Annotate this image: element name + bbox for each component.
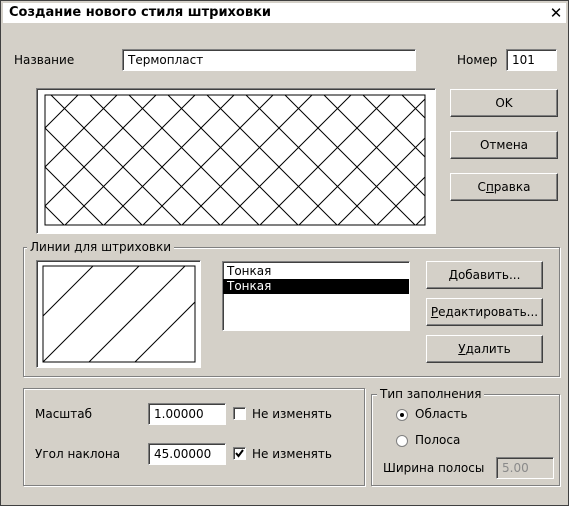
delete-button-label: далить: [465, 342, 511, 356]
delete-button[interactable]: Удалить: [426, 335, 543, 363]
diagonal-lines-pattern: [42, 265, 196, 363]
check-icon: [235, 449, 244, 458]
help-button-label-start: С: [477, 180, 486, 194]
name-input[interactable]: Термопласт: [122, 49, 416, 71]
angle-label: Угол наклона: [35, 447, 121, 461]
dialog-title: Создание нового стиля штриховки: [9, 5, 272, 20]
strip-width-input[interactable]: 5.00: [496, 457, 554, 479]
add-button-label: обавить...: [457, 268, 521, 282]
radio-strip[interactable]: [396, 435, 408, 447]
radio-area-label: Область: [415, 407, 468, 421]
radio-icon: [400, 413, 404, 417]
help-mnemonic: п: [485, 180, 494, 194]
edit-button[interactable]: Редактировать...: [426, 298, 543, 326]
scale-keep-label: Не изменять: [252, 407, 332, 421]
delete-mnemonic: У: [458, 342, 466, 356]
crosshatch-pattern: [44, 94, 426, 226]
number-input[interactable]: 101: [506, 49, 557, 71]
name-label: Название: [14, 53, 75, 67]
lines-listbox[interactable]: Тонкая Тонкая: [222, 261, 410, 331]
hatch-style-dialog: Создание нового стиля штриховки ✕ Назван…: [0, 0, 569, 506]
line-preview: [36, 260, 201, 368]
list-item[interactable]: Тонкая: [223, 264, 409, 279]
help-button[interactable]: Справка: [450, 173, 558, 201]
lines-group-title: Линии для штриховки: [27, 240, 175, 254]
radio-area[interactable]: [396, 409, 408, 421]
cancel-button[interactable]: Отмена: [450, 131, 558, 159]
fill-type-title: Тип заполнения: [377, 387, 485, 401]
strip-width-label: Ширина полосы: [383, 461, 485, 475]
scale-input[interactable]: 1.00000: [148, 403, 226, 425]
number-label: Номер: [457, 53, 498, 67]
hatch-preview: [36, 88, 436, 234]
ok-button[interactable]: OK: [450, 89, 558, 117]
list-item-selected[interactable]: Тонкая: [223, 279, 409, 294]
help-button-label-end: равка: [493, 180, 531, 194]
scale-label: Масштаб: [35, 407, 93, 421]
title-bar: Создание нового стиля штриховки ✕: [3, 3, 566, 23]
scale-keep-checkbox[interactable]: [233, 407, 246, 420]
angle-keep-label: Не изменять: [252, 447, 332, 461]
radio-strip-label: Полоса: [415, 433, 461, 447]
angle-keep-checkbox[interactable]: [233, 447, 246, 460]
close-icon[interactable]: ✕: [548, 5, 564, 21]
angle-input[interactable]: 45.00000: [148, 443, 226, 465]
add-button[interactable]: Добавить...: [426, 261, 543, 289]
add-mnemonic: Д: [448, 268, 458, 282]
edit-button-label: едактировать...: [438, 305, 539, 319]
